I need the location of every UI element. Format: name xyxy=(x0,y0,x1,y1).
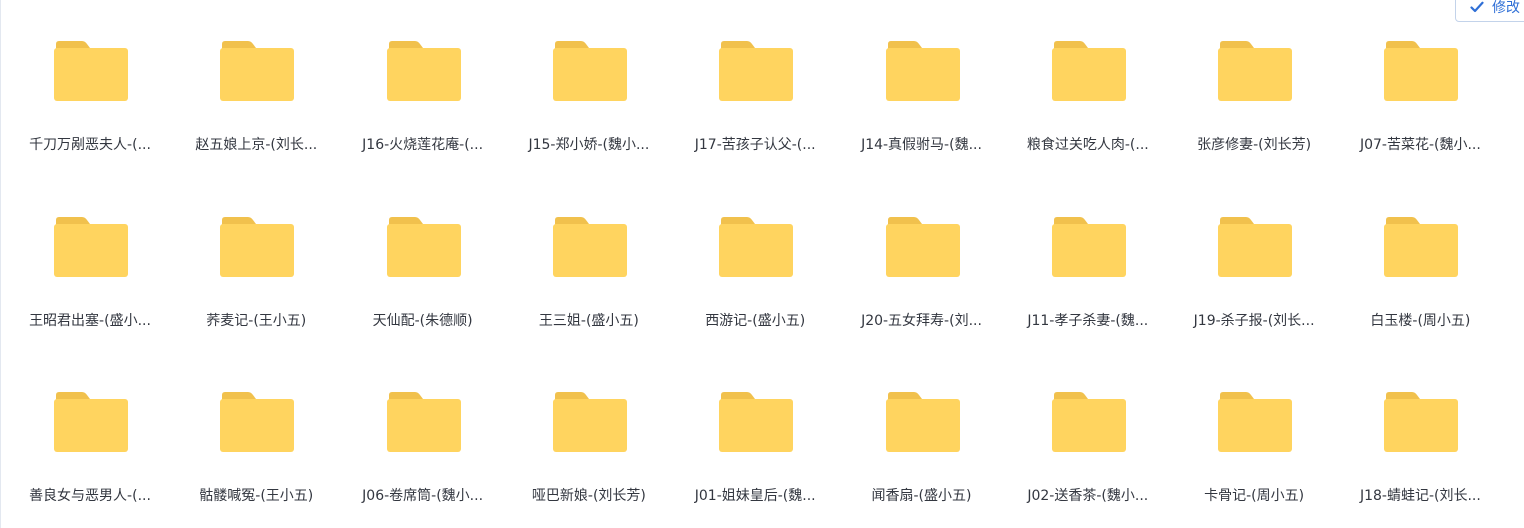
folder-icon xyxy=(719,216,794,277)
folder-label: 白玉楼-(周小五) xyxy=(1370,312,1471,329)
folder-label: J06-卷席筒-(魏小... xyxy=(362,488,484,504)
folder-item[interactable]: 卡骨记-(周小五) xyxy=(1179,351,1329,504)
folder-icon xyxy=(1051,392,1126,452)
folder-item[interactable]: J01-姐妹皇后-(魏... xyxy=(680,351,830,504)
folder-label: 善良女与恶男人-(... xyxy=(29,488,151,504)
folder-label: J18-蜻蛙记-(刘长... xyxy=(1359,488,1481,504)
folder-item[interactable]: J19-杀子报-(刘长... xyxy=(1179,176,1329,329)
folder-item[interactable]: 白玉楼-(周小五) xyxy=(1345,176,1495,329)
folder-icon xyxy=(552,41,627,101)
folder-item[interactable]: J16-火烧莲花庵-(... xyxy=(348,0,498,153)
folder-label: 西游记-(盛小五) xyxy=(705,312,806,329)
folder-icon xyxy=(885,216,960,277)
folder-label: J07-苦菜花-(魏小... xyxy=(1359,137,1481,153)
folder-icon xyxy=(220,216,295,277)
folder-icon xyxy=(1218,41,1293,101)
folder-label: 荞麦记-(王小五) xyxy=(206,312,307,329)
folder-label: 哑巴新娘-(刘长芳) xyxy=(531,488,646,504)
folder-item[interactable]: J17-苦孩子认父-(... xyxy=(680,0,830,153)
folder-icon xyxy=(54,41,128,101)
folder-icon xyxy=(54,392,128,452)
folder-label: 张彦修妻-(刘长芳) xyxy=(1197,137,1312,153)
folder-item[interactable]: 张彦修妻-(刘长芳) xyxy=(1179,0,1329,153)
folder-item[interactable]: J02-送香茶-(魏小... xyxy=(1013,351,1163,504)
folder-label: J17-苦孩子认父-(... xyxy=(694,137,816,153)
folder-icon xyxy=(719,41,794,101)
folder-item[interactable]: 天仙配-(朱德顺) xyxy=(348,176,498,329)
folder-item[interactable]: J15-郑小娇-(魏小... xyxy=(514,0,664,153)
folder-icon xyxy=(1384,392,1459,452)
folder-label: 王三姐-(盛小五) xyxy=(538,312,639,329)
folder-item[interactable]: 荞麦记-(王小五) xyxy=(181,176,331,329)
folder-item[interactable]: 哑巴新娘-(刘长芳) xyxy=(514,351,664,504)
folder-icon xyxy=(1218,392,1293,452)
folder-item[interactable]: 粮食过关吃人肉-(... xyxy=(1013,0,1163,153)
folder-label: J02-送香茶-(魏小... xyxy=(1027,488,1149,504)
folder-label: J19-杀子报-(刘长... xyxy=(1193,312,1315,329)
folder-icon xyxy=(885,392,960,452)
folder-item[interactable]: 善良女与恶男人-(... xyxy=(15,351,165,504)
folder-icon xyxy=(1051,216,1126,277)
folder-item[interactable]: 骷髅喊冤-(王小五) xyxy=(181,351,331,504)
folder-label: 骷髅喊冤-(王小五) xyxy=(199,488,314,504)
folder-icon xyxy=(552,392,627,452)
folder-icon xyxy=(1218,216,1293,277)
folder-item[interactable]: J06-卷席筒-(魏小... xyxy=(348,351,498,504)
folder-label: 粮食过关吃人肉-(... xyxy=(1026,137,1149,153)
folder-icon xyxy=(220,41,295,101)
folder-item[interactable]: J14-真假驸马-(魏... xyxy=(847,0,997,153)
folder-icon xyxy=(1051,41,1126,101)
folder-label: 天仙配-(朱德顺) xyxy=(372,312,473,329)
folder-label: 千刀万剐恶夫人-(... xyxy=(29,137,151,153)
folder-item[interactable]: 西游记-(盛小五) xyxy=(680,176,830,329)
folder-item[interactable]: 王三姐-(盛小五) xyxy=(514,176,664,329)
folder-icon xyxy=(386,392,461,452)
folder-icon xyxy=(885,41,960,101)
folder-icon xyxy=(1384,41,1459,101)
folder-label: J14-真假驸马-(魏... xyxy=(861,137,982,153)
folder-icon xyxy=(220,392,295,452)
folder-label: 王昭君出塞-(盛小... xyxy=(29,312,151,329)
folder-label: J01-姐妹皇后-(魏... xyxy=(694,488,816,504)
folder-item[interactable]: 千刀万剐恶夫人-(... xyxy=(15,0,165,153)
folder-label: J15-郑小娇-(魏小... xyxy=(528,137,650,153)
folder-icon xyxy=(386,216,461,277)
folder-item[interactable]: 王昭君出塞-(盛小... xyxy=(15,176,165,329)
folder-label: 卡骨记-(周小五) xyxy=(1204,488,1305,504)
folder-item[interactable]: 赵五娘上京-(刘长... xyxy=(181,0,331,153)
folder-icon xyxy=(54,216,128,277)
folder-item[interactable]: J20-五女拜寿-(刘... xyxy=(847,176,997,329)
folder-label: J20-五女拜寿-(刘... xyxy=(861,312,982,329)
folder-label: J11-孝子杀妻-(魏... xyxy=(1027,312,1149,329)
folder-label: 闻香扇-(盛小五) xyxy=(871,488,972,504)
folder-icon xyxy=(386,41,461,101)
folder-label: 赵五娘上京-(刘长... xyxy=(195,137,318,153)
folder-icon xyxy=(719,392,794,452)
folder-grid: 千刀万剐恶夫人-(... 赵五娘上京-(刘长... J16-火烧莲花庵-(... J1… xyxy=(1,0,1524,528)
folder-item[interactable]: J11-孝子杀妻-(魏... xyxy=(1013,176,1163,329)
folder-item[interactable]: J18-蜻蛙记-(刘长... xyxy=(1345,351,1495,504)
folder-item[interactable]: J07-苦菜花-(魏小... xyxy=(1345,0,1495,153)
folder-item[interactable]: 闻香扇-(盛小五) xyxy=(847,351,997,504)
folder-label: J16-火烧莲花庵-(... xyxy=(362,137,484,153)
folder-view: 修改 千刀万剐恶夫人-(... 赵五娘上京-(刘长... J16-火烧莲花庵-(..… xyxy=(0,0,1524,528)
folder-icon xyxy=(552,216,627,277)
folder-icon xyxy=(1384,216,1459,277)
